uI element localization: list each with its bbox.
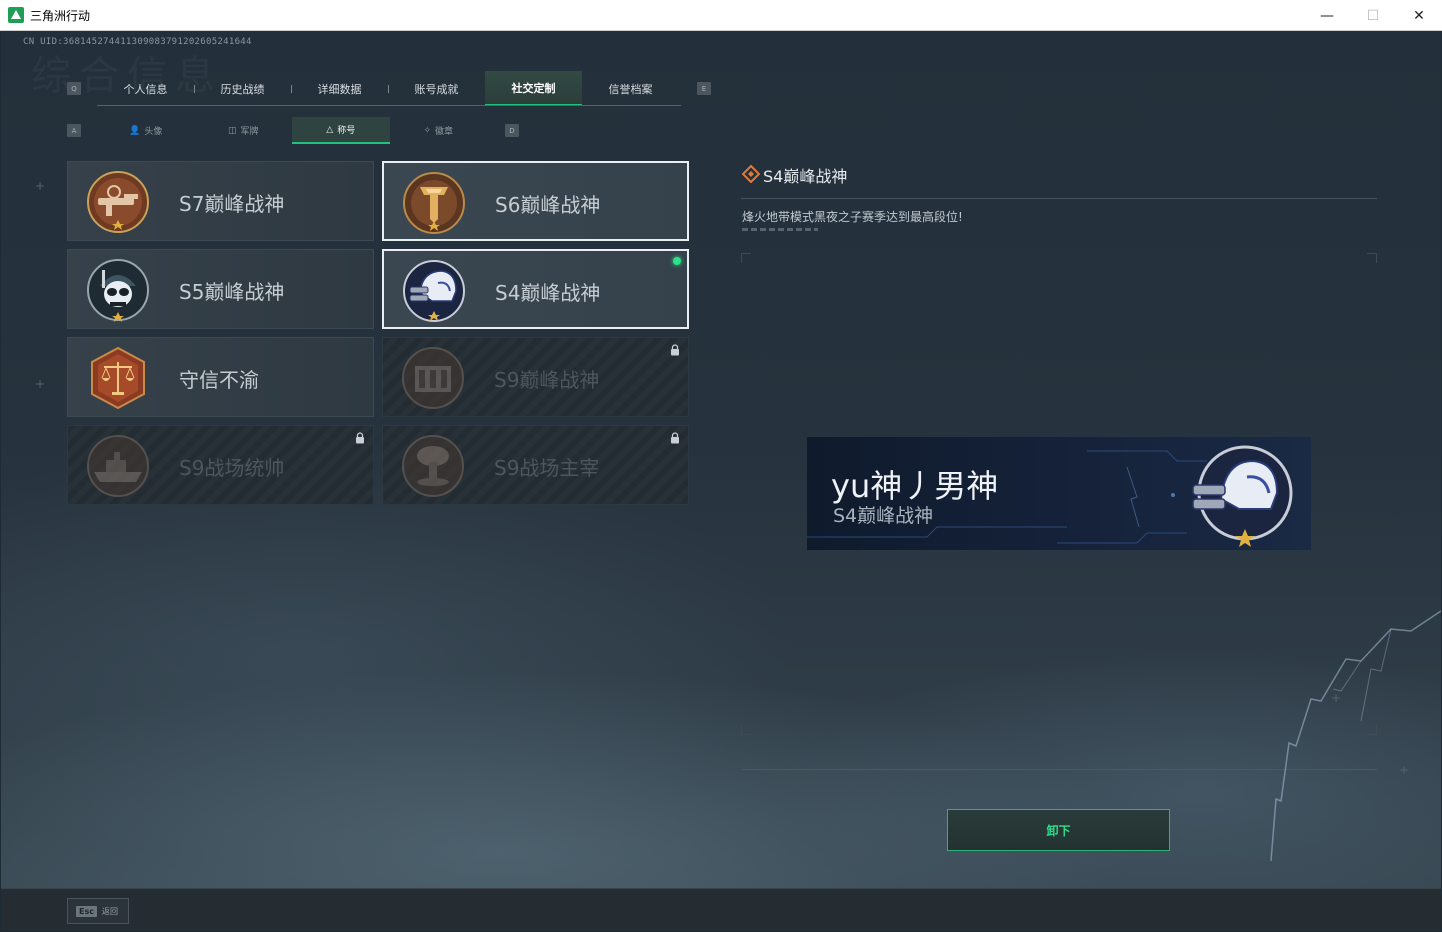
unequip-button[interactable]: 卸下 (947, 809, 1170, 851)
tab-detailed-data[interactable]: 详细数据 (291, 71, 388, 106)
subtab-badge[interactable]: ✧ 徽章 (390, 117, 488, 144)
title-card-s5[interactable]: S5巅峰战神 (67, 249, 374, 329)
window-titlebar: 三角洲行动 — ☐ ✕ (0, 0, 1442, 31)
warship-emblem-icon (87, 435, 149, 497)
equipped-indicator (673, 257, 681, 265)
title-card-s9-peak[interactable]: S9巅峰战神 (382, 337, 689, 417)
triangle-icon: △ (326, 124, 334, 135)
title-card-label: S9巅峰战神 (494, 367, 600, 392)
title-card-label: S9战场统帅 (179, 455, 285, 480)
subtab-next-key-hint[interactable]: D (505, 124, 519, 137)
frame-corner (741, 253, 751, 263)
tab-credit-record[interactable]: 信誉档案 (582, 71, 679, 106)
minimize-button[interactable]: — (1304, 0, 1350, 31)
title-card-s4[interactable]: S4巅峰战神 (382, 249, 689, 329)
title-card-label: S7巅峰战神 (179, 191, 285, 216)
game-viewport: 综合信息 CN UID:3681452744113090837912026052… (1, 31, 1441, 931)
nightvision-helmet-emblem-icon (1192, 445, 1293, 547)
maximize-button[interactable]: ☐ (1350, 0, 1396, 31)
dogtag-icon: ◫ (227, 125, 237, 136)
crosshair-decoration-icon: + (35, 179, 46, 193)
subtab-badge-label: 徽章 (435, 127, 454, 137)
frame-corner (1367, 253, 1377, 263)
main-tabbar: 个人信息 历史战绩 详细数据 账号成就 社交定制 信誉档案 (97, 71, 681, 106)
nightvision-helmet-emblem-icon (403, 260, 465, 322)
sub-tabbar: 👤 头像 ◫ 军牌 △ 称号 ✧ 徽章 (97, 117, 487, 144)
subtab-prev-key-hint[interactable]: A (67, 124, 81, 137)
nameplate-title: S4巅峰战神 (833, 505, 934, 527)
tab-personal-info[interactable]: 个人信息 (97, 71, 194, 106)
window-controls: — ☐ ✕ (1304, 0, 1442, 31)
subtab-avatar[interactable]: 👤 头像 (97, 117, 195, 144)
detail-title: S4巅峰战神 (763, 167, 848, 186)
dam-emblem-icon (402, 347, 464, 409)
title-card-s7[interactable]: S7巅峰战神 (67, 161, 374, 241)
nameplate-preview: yu神丿男神 S4巅峰战神 (807, 437, 1311, 550)
badge-icon: ✧ (423, 125, 432, 136)
footer-bar: Esc 返回 (1, 888, 1441, 931)
title-card-trustworthy[interactable]: 守信不渝 (67, 337, 374, 417)
lock-icon (671, 432, 679, 444)
title-card-label: 守信不渝 (179, 367, 259, 392)
back-button[interactable]: Esc 返回 (67, 898, 129, 924)
decorative-bar (742, 228, 818, 231)
esc-key-hint: Esc (76, 905, 97, 917)
player-uid: CN UID:368145274411309083791202605241644 (23, 37, 252, 47)
tab-prev-key-hint[interactable]: Q (67, 82, 81, 95)
title-card-label: S5巅峰战神 (179, 279, 285, 304)
window-title: 三角洲行动 (30, 8, 91, 23)
frame-corner (741, 725, 751, 735)
tab-social-customization[interactable]: 社交定制 (485, 71, 582, 106)
tab-next-key-hint[interactable]: E (697, 82, 711, 95)
tabbar-divider (97, 105, 681, 106)
subtab-dogtag-label: 军牌 (240, 127, 259, 137)
crosshair-decoration-icon: + (35, 377, 46, 391)
subtab-dogtag[interactable]: ◫ 军牌 (195, 117, 293, 144)
skull-emblem-icon (87, 259, 149, 322)
subtab-avatar-label: 头像 (144, 127, 163, 137)
title-card-label: S9战场主宰 (494, 455, 600, 480)
shield-t-emblem-icon (403, 172, 465, 234)
back-label: 返回 (101, 906, 118, 916)
detail-divider (741, 198, 1377, 199)
title-diamond-icon (742, 165, 760, 183)
person-icon: 👤 (129, 125, 141, 136)
title-card-s6[interactable]: S6巅峰战神 (382, 161, 689, 241)
title-card-label: S6巅峰战神 (495, 192, 601, 217)
close-button[interactable]: ✕ (1396, 0, 1442, 31)
scales-emblem-icon (91, 346, 145, 410)
title-card-s9-dominator[interactable]: S9战场主宰 (382, 425, 689, 505)
title-card-s9-commander[interactable]: S9战场统帅 (67, 425, 374, 505)
mushroom-cloud-emblem-icon (402, 435, 464, 497)
subtab-title-label: 称号 (337, 126, 356, 136)
gun-emblem-icon (87, 171, 149, 233)
detail-description: 烽火地带模式黑夜之子赛季达到最高段位! (742, 210, 963, 224)
lock-icon (671, 344, 679, 356)
tab-achievements[interactable]: 账号成就 (388, 71, 485, 106)
lock-icon (356, 432, 364, 444)
subtab-title[interactable]: △ 称号 (292, 117, 390, 144)
tab-match-history[interactable]: 历史战绩 (194, 71, 291, 106)
app-logo-icon (8, 7, 24, 23)
title-card-label: S4巅峰战神 (495, 280, 601, 305)
